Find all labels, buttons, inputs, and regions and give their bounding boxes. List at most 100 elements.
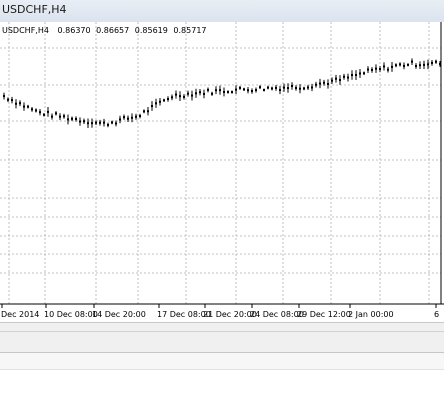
price-bar-body	[55, 112, 57, 115]
time-tick-label: 14 Dec 20:00	[92, 310, 146, 319]
price-bar	[435, 59, 437, 64]
price-bar	[411, 58, 413, 65]
price-bar	[175, 90, 177, 99]
price-bar	[179, 91, 181, 101]
price-bar	[211, 91, 213, 96]
price-bar-body	[191, 94, 193, 97]
price-bar-body	[299, 87, 301, 90]
price-bar-body	[363, 72, 365, 75]
price-bar	[207, 87, 209, 93]
price-bar	[215, 86, 217, 95]
price-bar-body	[167, 98, 169, 101]
price-bar	[119, 115, 121, 124]
price-bar-body	[423, 63, 425, 66]
price-bar-body	[427, 63, 429, 66]
price-bar-body	[239, 86, 241, 89]
price-bar	[187, 90, 189, 97]
price-bar	[31, 107, 33, 112]
price-bar	[139, 113, 141, 119]
price-bar	[415, 63, 417, 69]
price-bar-body	[255, 89, 257, 92]
price-bar-body	[91, 122, 93, 125]
price-bar	[107, 122, 109, 128]
price-bar-body	[35, 109, 37, 112]
price-bar	[71, 116, 73, 122]
price-bar	[11, 96, 13, 104]
time-axis: Dec 2014 10 Dec 08:0014 Dec 20:00 17 Dec 0…	[1, 304, 439, 319]
price-bar	[171, 94, 173, 101]
price-bar	[195, 88, 197, 98]
price-bar-body	[383, 65, 385, 68]
price-bar	[159, 98, 161, 106]
price-bar-body	[215, 89, 217, 92]
price-bar-body	[403, 64, 405, 67]
price-bar	[259, 85, 261, 90]
price-bar	[399, 62, 401, 67]
price-bar-body	[171, 96, 173, 99]
chart-grid	[0, 22, 441, 304]
chart-canvas[interactable]: Dec 2014 10 Dec 08:0014 Dec 20:00 17 Dec 0…	[0, 22, 444, 322]
price-bar	[235, 85, 237, 95]
price-bar-body	[275, 86, 277, 89]
price-bar	[67, 114, 69, 125]
price-bar-body	[139, 115, 141, 118]
price-bar-body	[123, 116, 125, 119]
ohlc-close: 0.85717	[173, 26, 206, 35]
price-bar-body	[295, 86, 297, 89]
price-bar-body	[391, 65, 393, 68]
price-bar-body	[259, 86, 261, 89]
price-bar-body	[231, 91, 233, 94]
price-bar	[403, 62, 405, 70]
price-bar	[275, 84, 277, 91]
price-bar-body	[151, 105, 153, 108]
price-bar	[431, 60, 433, 66]
price-bar	[367, 66, 369, 73]
price-chart[interactable]: Dec 2014 10 Dec 08:00 14 Dec 20:00 17 Dec 0…	[0, 22, 444, 322]
price-bar	[363, 71, 365, 76]
time-tick-label: 21 Dec 20:00	[203, 310, 257, 319]
price-bar	[359, 69, 361, 78]
price-bar-body	[27, 105, 29, 108]
price-bar	[387, 66, 389, 73]
price-bar-body	[15, 102, 17, 105]
price-bar-body	[115, 122, 117, 125]
price-bar	[391, 61, 393, 72]
price-bar-body	[311, 86, 313, 89]
time-tick-label: 2 Jan 00:00	[348, 310, 394, 319]
price-bar-body	[147, 110, 149, 113]
price-bar-body	[419, 64, 421, 67]
price-bar	[279, 85, 281, 95]
price-bar	[251, 88, 253, 94]
price-bar-body	[367, 68, 369, 71]
price-bar-body	[343, 75, 345, 78]
price-bar	[335, 74, 337, 83]
price-bar-body	[399, 63, 401, 66]
price-bar-body	[163, 99, 165, 102]
price-bar-body	[351, 74, 353, 77]
price-bar	[203, 89, 205, 99]
price-bar-body	[71, 117, 73, 120]
price-bar-body	[307, 86, 309, 89]
price-bar-body	[87, 122, 89, 125]
terminal-panel[interactable]	[0, 352, 444, 420]
price-bar-body	[379, 68, 381, 71]
price-bar	[339, 75, 341, 85]
price-bar-body	[131, 116, 133, 119]
chart-scroll-area[interactable]	[0, 322, 444, 353]
price-bar-body	[39, 111, 41, 114]
price-bar-body	[79, 120, 81, 123]
time-tick-label: 29 Dec 12:00	[297, 310, 351, 319]
price-bar-body	[323, 81, 325, 84]
chart-window-titlebar[interactable]: USDCHF,H4	[0, 0, 444, 23]
price-bar	[143, 109, 145, 114]
price-bar	[303, 86, 305, 91]
price-bar-body	[119, 118, 121, 121]
price-bar	[423, 60, 425, 69]
price-bar-body	[267, 86, 269, 89]
price-bar-body	[31, 108, 33, 111]
price-bar	[231, 90, 233, 94]
price-bar	[151, 101, 153, 111]
price-bar-body	[327, 82, 329, 85]
price-bar-body	[203, 92, 205, 95]
price-bar-body	[247, 89, 249, 92]
